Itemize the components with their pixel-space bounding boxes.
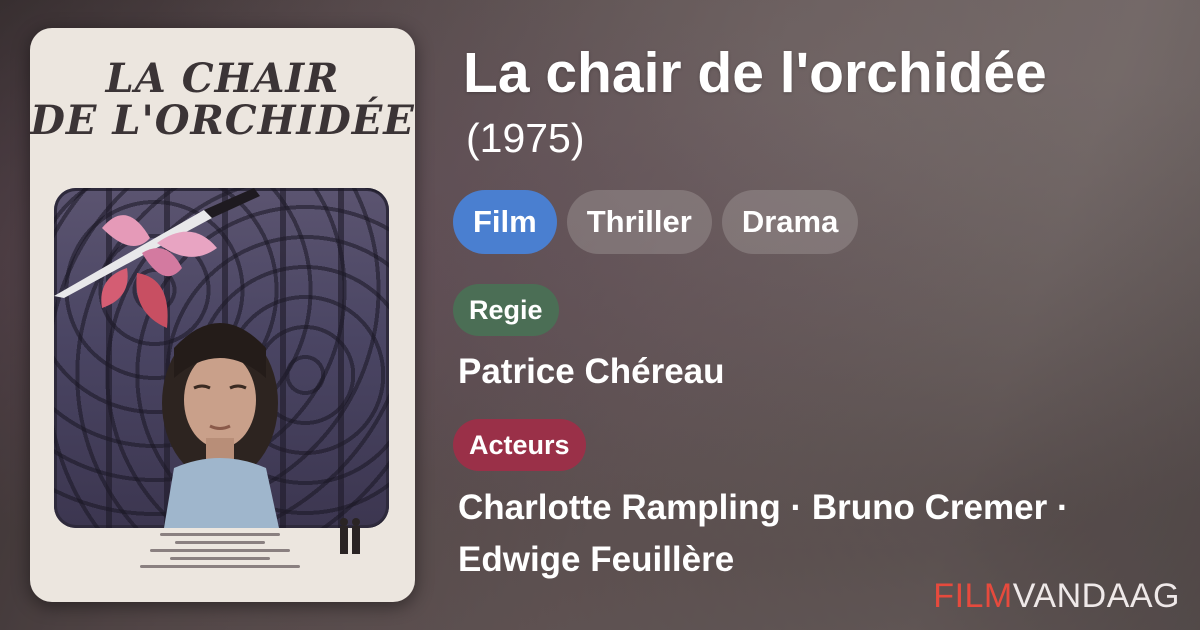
movie-year: (1975) xyxy=(466,115,585,161)
acteurs-label: Acteurs xyxy=(453,419,586,471)
movie-poster[interactable]: LA CHAIR DE L'ORCHIDÉE xyxy=(30,28,415,602)
actors-list: Charlotte Rampling · Bruno Cremer · Edwi… xyxy=(458,482,1178,586)
actors-line-1[interactable]: Charlotte Rampling · Bruno Cremer · xyxy=(458,482,1178,534)
tag-thriller[interactable]: Thriller xyxy=(566,190,712,254)
tag-drama[interactable]: Drama xyxy=(721,190,859,254)
filmvandaag-logo[interactable]: FILMVANDAAG xyxy=(933,575,1180,617)
poster-portrait xyxy=(162,323,279,528)
poster-title-line2: DE L'ORCHIDÉE xyxy=(30,97,415,144)
poster-orchid xyxy=(101,215,217,328)
tag-film[interactable]: Film xyxy=(453,190,557,254)
brand-part-film: FILM xyxy=(933,577,1013,615)
regie-label: Regie xyxy=(453,284,559,336)
poster-silhouettes xyxy=(340,518,360,554)
director-name[interactable]: Patrice Chéreau xyxy=(458,346,725,398)
brand-part-vandaag: VANDAAG xyxy=(1012,577,1180,615)
genre-tags: Film Thriller Drama xyxy=(453,190,859,254)
poster-title: LA CHAIR DE L'ORCHIDÉE xyxy=(30,58,415,142)
poster-title-line1: LA CHAIR xyxy=(105,55,340,102)
poster-credits xyxy=(120,528,320,588)
movie-title: La chair de l'orchidée xyxy=(463,41,1047,105)
poster-artwork xyxy=(54,188,389,528)
